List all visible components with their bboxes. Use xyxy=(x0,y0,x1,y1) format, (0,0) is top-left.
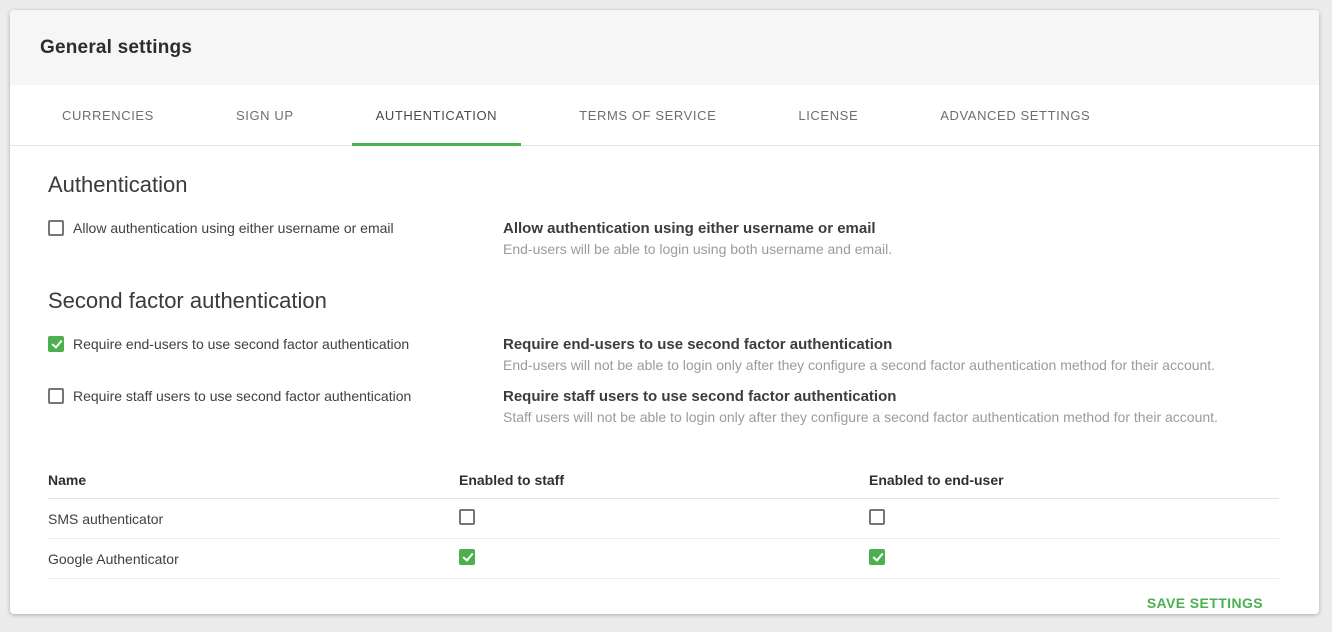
help-title: Require staff users to use second factor… xyxy=(503,386,1279,407)
option-row-require-end-users: Require end-users to use second factor a… xyxy=(48,334,1279,380)
google-staff-checkbox[interactable] xyxy=(459,549,475,565)
option-row-require-staff-users: Require staff users to use second factor… xyxy=(48,386,1279,432)
checkbox-row-require-staff-users[interactable]: Require staff users to use second factor… xyxy=(48,386,503,432)
table-row: Google Authenticator xyxy=(48,539,1279,579)
tab-bar: CURRENCIES SIGN UP AUTHENTICATION TERMS … xyxy=(10,85,1319,146)
help-title: Allow authentication using either userna… xyxy=(503,218,1279,239)
tab-authentication[interactable]: AUTHENTICATION xyxy=(352,85,522,145)
checkbox-label[interactable]: Allow authentication using either userna… xyxy=(73,220,394,237)
section-heading-authentication: Authentication xyxy=(48,172,1279,198)
column-header-enabled-to-end-user: Enabled to end-user xyxy=(869,460,1279,499)
page-title: General settings xyxy=(40,37,192,59)
column-header-name: Name xyxy=(48,460,459,499)
table-row: SMS authenticator xyxy=(48,499,1279,539)
help-text: End-users will be able to login using bo… xyxy=(503,239,1279,260)
sms-end-user-checkbox[interactable] xyxy=(869,509,885,525)
require-end-users-checkbox[interactable] xyxy=(48,336,64,352)
option-row-username-or-email: Allow authentication using either userna… xyxy=(48,218,1279,264)
google-end-user-checkbox[interactable] xyxy=(869,549,885,565)
tab-terms-of-service[interactable]: TERMS OF SERVICE xyxy=(555,85,740,145)
tab-advanced-settings[interactable]: ADVANCED SETTINGS xyxy=(916,85,1114,145)
tab-panel-authentication: Authentication Allow authentication usin… xyxy=(10,172,1319,613)
help-text: End-users will not be able to login only… xyxy=(503,355,1279,376)
save-row: SAVE SETTINGS xyxy=(48,595,1279,613)
option-help: Require staff users to use second factor… xyxy=(503,386,1279,432)
require-staff-users-checkbox[interactable] xyxy=(48,388,64,404)
checkbox-row-username-or-email[interactable]: Allow authentication using either userna… xyxy=(48,218,503,264)
sms-staff-checkbox[interactable] xyxy=(459,509,475,525)
username-or-email-checkbox[interactable] xyxy=(48,220,64,236)
column-header-enabled-to-staff: Enabled to staff xyxy=(459,460,869,499)
settings-card: General settings CURRENCIES SIGN UP AUTH… xyxy=(10,10,1319,614)
checkbox-label[interactable]: Require staff users to use second factor… xyxy=(73,388,411,405)
authenticator-name: Google Authenticator xyxy=(48,539,459,579)
checkbox-row-require-end-users[interactable]: Require end-users to use second factor a… xyxy=(48,334,503,380)
tab-license[interactable]: LICENSE xyxy=(774,85,882,145)
option-help: Allow authentication using either userna… xyxy=(503,218,1279,264)
authenticators-table: Name Enabled to staff Enabled to end-use… xyxy=(48,460,1279,579)
tab-sign-up[interactable]: SIGN UP xyxy=(212,85,318,145)
authenticator-name: SMS authenticator xyxy=(48,499,459,539)
card-header: General settings xyxy=(10,10,1319,85)
save-settings-button[interactable]: SAVE SETTINGS xyxy=(1147,595,1263,611)
checkbox-label[interactable]: Require end-users to use second factor a… xyxy=(73,336,409,353)
table-header-row: Name Enabled to staff Enabled to end-use… xyxy=(48,460,1279,499)
help-title: Require end-users to use second factor a… xyxy=(503,334,1279,355)
option-help: Require end-users to use second factor a… xyxy=(503,334,1279,380)
tab-currencies[interactable]: CURRENCIES xyxy=(38,85,178,145)
section-heading-second-factor: Second factor authentication xyxy=(48,288,1279,314)
help-text: Staff users will not be able to login on… xyxy=(503,407,1279,428)
